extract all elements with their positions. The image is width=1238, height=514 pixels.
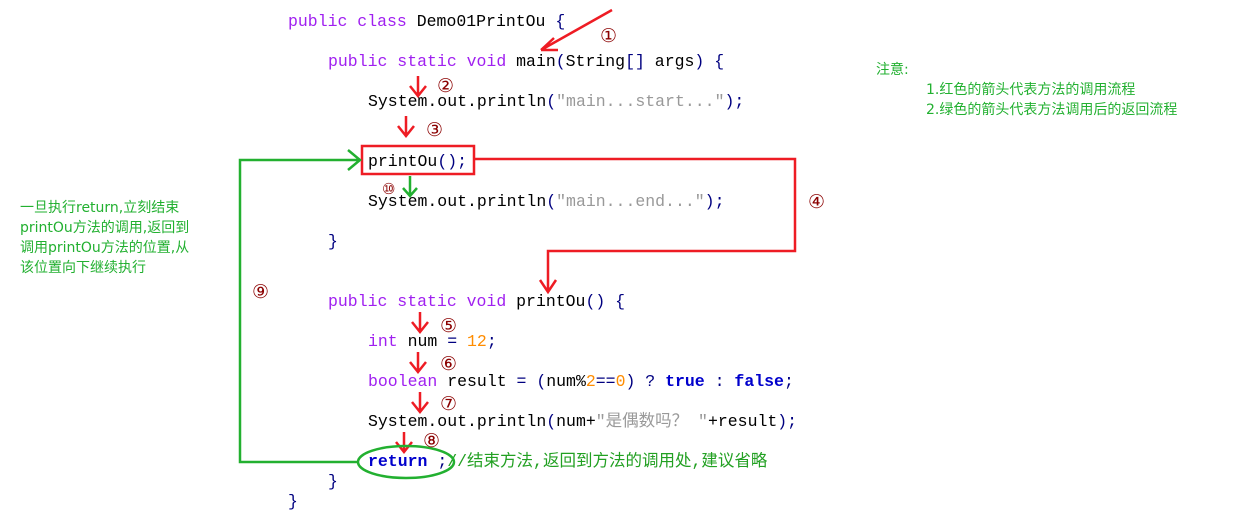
- code-token-br: () {: [585, 292, 625, 311]
- step-6: ⑥: [440, 353, 457, 375]
- code-token-br: }: [288, 492, 298, 511]
- code-token-id: printOu: [516, 292, 585, 311]
- code-token-br: ) {: [694, 52, 724, 71]
- arrow-6: [409, 352, 427, 375]
- code-token-id: printOu: [368, 152, 437, 171]
- arrow-8: [395, 432, 413, 455]
- code-token-br: ;: [784, 372, 794, 391]
- code-line: }: [328, 232, 338, 251]
- step-3: ③: [426, 119, 443, 141]
- right-note-item: 1.红色的箭头代表方法的调用流程: [926, 81, 1135, 98]
- left-note-line: printOu方法的调用,返回到: [20, 220, 189, 236]
- code-listing: public class Demo01PrintOu { public stati…: [288, 12, 797, 511]
- left-note-line: 一旦执行return,立刻结束: [20, 200, 179, 216]
- right-note-item: 2.绿色的箭头代表方法调用后的返回流程: [926, 101, 1177, 118]
- code-token-br: {: [555, 12, 565, 31]
- code-token-id: System.out.println: [368, 92, 546, 111]
- code-token-id: num+: [556, 412, 596, 431]
- code-line: System.out.println("main...end...");: [368, 192, 724, 211]
- code-token-br: []: [625, 52, 655, 71]
- code-line: return ;//结束方法,返回到方法的调用处,建议省略: [368, 451, 768, 471]
- code-token-num: 12: [467, 332, 487, 351]
- code-token-num: 2: [586, 372, 596, 391]
- code-token-br: }: [328, 232, 338, 251]
- code-token-br: :: [705, 372, 735, 391]
- step-9: ⑨: [252, 281, 269, 303]
- code-token-id: num%: [546, 372, 586, 391]
- right-note: 注意: 1.红色的箭头代表方法的调用流程 2.绿色的箭头代表方法调用后的返回流程: [876, 61, 1177, 118]
- code-token-br: (: [556, 52, 566, 71]
- code-token-br: ;: [487, 332, 497, 351]
- code-token-str: "main...end...": [556, 192, 705, 211]
- code-line: public static void main(String[] args) {: [328, 52, 724, 71]
- code-token-br: (: [546, 412, 556, 431]
- code-token-str: "是偶数吗？ ": [596, 411, 708, 431]
- step-4: ④: [808, 191, 825, 213]
- code-token-id: main: [516, 52, 556, 71]
- left-note-line: 调用printOu方法的位置,从: [20, 240, 189, 256]
- code-line: int num = 12;: [368, 332, 497, 351]
- code-token-br: ();: [437, 152, 467, 171]
- step-2: ②: [437, 75, 454, 97]
- code-token-id: System.out.println: [368, 412, 546, 431]
- step-1: ①: [600, 25, 617, 47]
- code-line: }: [328, 472, 338, 491]
- left-note: 一旦执行return,立刻结束 printOu方法的调用,返回到 调用print…: [20, 200, 189, 276]
- code-token-br: (: [546, 92, 556, 111]
- method-call-flow-diagram: public class Demo01PrintOu { public stati…: [20, 8, 1177, 511]
- code-token-kw: public static void: [328, 292, 516, 311]
- step-10: ⑩: [382, 180, 395, 198]
- arrow-3: [397, 116, 415, 139]
- code-line: public class Demo01PrintOu {: [288, 12, 565, 31]
- code-token-id: +result: [708, 412, 777, 431]
- code-token-id: result: [447, 372, 516, 391]
- code-token-id: args: [655, 52, 695, 71]
- step-8: ⑧: [423, 430, 440, 452]
- code-token-br: = (: [517, 372, 547, 391]
- code-token-id: Demo01PrintOu: [417, 12, 556, 31]
- arrow-7: [411, 392, 429, 415]
- code-line: }: [288, 492, 298, 511]
- code-token-kw: int: [368, 332, 408, 351]
- code-token-bk: true: [665, 372, 705, 391]
- code-token-br: );: [705, 192, 725, 211]
- code-line: boolean result = (num%2==0) ? true : fal…: [368, 372, 794, 391]
- code-token-str: "main...start...": [556, 92, 724, 111]
- code-token-br: );: [724, 92, 744, 111]
- code-token-bk: return: [368, 452, 427, 471]
- code-token-kw: public static void: [328, 52, 516, 71]
- code-token-num: 0: [616, 372, 626, 391]
- code-token-br: ==: [596, 372, 616, 391]
- code-token-br: }: [328, 472, 338, 491]
- code-token-cm: //结束方法,返回到方法的调用处,建议省略: [447, 451, 768, 471]
- code-token-kw: public class: [288, 12, 417, 31]
- arrow-4: [474, 157, 797, 295]
- code-token-br: (: [546, 192, 556, 211]
- code-line: printOu();: [368, 152, 467, 171]
- code-token-bk: false: [734, 372, 784, 391]
- code-token-kw: boolean: [368, 372, 447, 391]
- code-token-id: String: [566, 52, 625, 71]
- arrow-5: [411, 312, 429, 335]
- right-note-title: 注意:: [876, 61, 909, 78]
- code-line: System.out.println(num+"是偶数吗？ "+result);: [368, 411, 797, 431]
- step-5: ⑤: [440, 315, 457, 337]
- code-token-br: );: [777, 412, 797, 431]
- step-7: ⑦: [440, 393, 457, 415]
- code-token-br: ;: [427, 452, 447, 471]
- code-line: System.out.println("main...start...");: [368, 92, 744, 111]
- code-token-br: ) ?: [625, 372, 665, 391]
- code-line: public static void printOu() {: [328, 292, 625, 311]
- left-note-line: 该位置向下继续执行: [20, 259, 146, 276]
